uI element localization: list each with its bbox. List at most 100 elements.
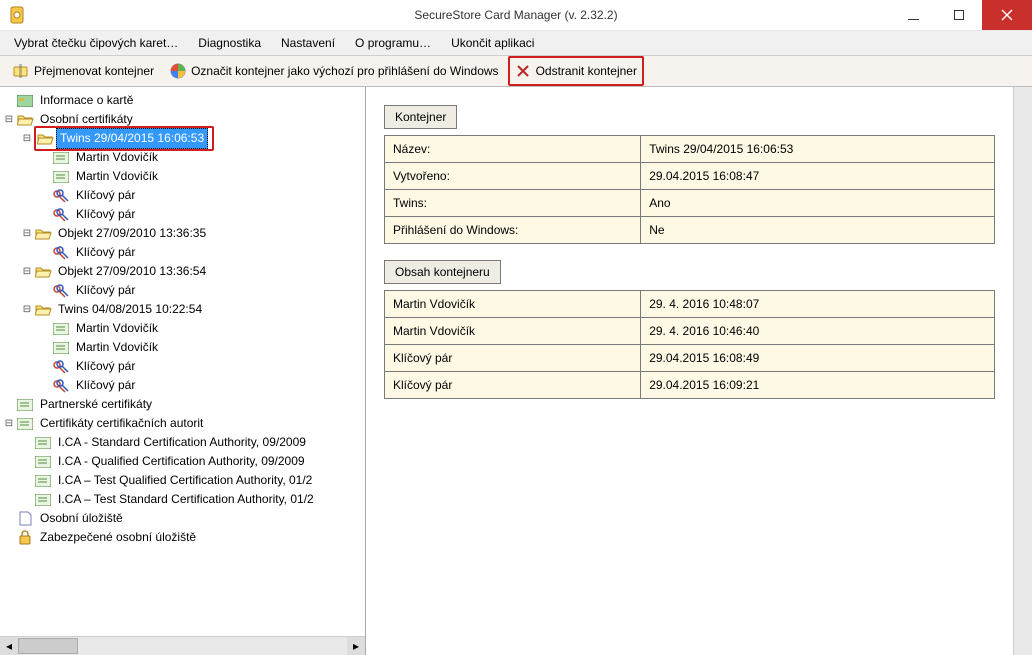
tree-item[interactable]: Martin Vdovičík	[2, 319, 363, 338]
tree-expander[interactable]: ⊟	[20, 265, 34, 279]
cert-icon	[52, 168, 70, 186]
prop-key: Klíčový pár	[385, 345, 641, 372]
scrollbar-track[interactable]	[18, 637, 347, 655]
container-contents-table: Martin Vdovičík29. 4. 2016 10:48:07Marti…	[384, 290, 995, 399]
tree-item[interactable]: Klíčový pár	[2, 281, 363, 300]
tree-expander	[2, 531, 16, 545]
tree-expander	[20, 493, 34, 507]
folder-open-icon	[34, 301, 52, 319]
tree-item[interactable]: ⊟ Certifikáty certifikačních autorit	[2, 414, 363, 433]
tree-item[interactable]: ⊟Twins 04/08/2015 10:22:54	[2, 300, 363, 319]
vertical-scrollbar[interactable]	[1013, 87, 1032, 655]
tree-item[interactable]: Martin Vdovičík	[2, 167, 363, 186]
menu-about[interactable]: O programu…	[345, 31, 441, 55]
prop-key: Vytvořeno:	[385, 163, 641, 190]
keys-icon	[52, 206, 70, 224]
tree-expander[interactable]: ⊟	[20, 132, 34, 146]
tree-item[interactable]: Klíčový pár	[2, 186, 363, 205]
cert-icon	[52, 339, 70, 357]
tree-label: Partnerské certifikáty	[36, 395, 156, 414]
tree-expander	[38, 208, 52, 222]
tree-expander	[38, 322, 52, 336]
scroll-left-arrow[interactable]: ◂	[0, 637, 18, 655]
tree-label: Certifikáty certifikačních autorit	[36, 414, 207, 433]
cert-icon	[34, 472, 52, 490]
tree-label: I.CA – Test Standard Certification Autho…	[54, 490, 318, 509]
prop-value: 29. 4. 2016 10:46:40	[641, 318, 995, 345]
cert-icon	[52, 320, 70, 338]
close-button[interactable]	[982, 0, 1032, 30]
tree-item[interactable]: Klíčový pár	[2, 376, 363, 395]
windows-login-icon	[170, 63, 186, 79]
tree-label: Martin Vdovičík	[72, 167, 162, 186]
tree-label: Objekt 27/09/2010 13:36:54	[54, 262, 210, 281]
title-bar: SecureStore Card Manager (v. 2.32.2)	[0, 0, 1032, 31]
tree-item[interactable]: ⊟Objekt 27/09/2010 13:36:35	[2, 224, 363, 243]
horizontal-scrollbar[interactable]: ◂ ▸	[0, 636, 365, 655]
prop-key: Název:	[385, 136, 641, 163]
tree-view[interactable]: Informace o kartě⊟Osobní certifikáty⊟Twi…	[0, 87, 365, 636]
minimize-button[interactable]	[890, 0, 936, 30]
table-row: Přihlášení do Windows:Ne	[385, 217, 995, 244]
tree-expander	[20, 474, 34, 488]
tree-label: I.CA – Test Qualified Certification Auth…	[54, 471, 316, 490]
menu-settings[interactable]: Nastavení	[271, 31, 345, 55]
prop-value: Twins 29/04/2015 16:06:53	[641, 136, 995, 163]
toolbar: Přejmenovat kontejner Označit kontejner …	[0, 56, 1032, 87]
keys-icon	[52, 377, 70, 395]
rename-container-button[interactable]: Přejmenovat kontejner	[6, 58, 161, 84]
tree-label: Klíčový pár	[72, 376, 139, 395]
window-title: SecureStore Card Manager (v. 2.32.2)	[0, 0, 1032, 30]
table-row: Název:Twins 29/04/2015 16:06:53	[385, 136, 995, 163]
tree-item[interactable]: I.CA – Test Qualified Certification Auth…	[2, 471, 363, 490]
table-row: Klíčový pár29.04.2015 16:09:21	[385, 372, 995, 399]
prop-value: 29. 4. 2016 10:48:07	[641, 291, 995, 318]
tree-item[interactable]: Partnerské certifikáty	[2, 395, 363, 414]
tree-expander	[20, 436, 34, 450]
tree-item[interactable]: Klíčový pár	[2, 243, 363, 262]
prop-value: Ano	[641, 190, 995, 217]
tree-panel: Informace o kartě⊟Osobní certifikáty⊟Twi…	[0, 87, 366, 655]
main-split: Informace o kartě⊟Osobní certifikáty⊟Twi…	[0, 87, 1032, 655]
tree-label: Klíčový pár	[72, 357, 139, 376]
detail-panel: Kontejner Název:Twins 29/04/2015 16:06:5…	[366, 87, 1032, 655]
tree-item[interactable]: ⊟Twins 29/04/2015 16:06:53	[2, 129, 363, 148]
table-row: Martin Vdovičík29. 4. 2016 10:46:40	[385, 318, 995, 345]
cert-icon	[16, 396, 34, 414]
tree-item[interactable]: Klíčový pár	[2, 205, 363, 224]
table-row: Klíčový pár29.04.2015 16:08:49	[385, 345, 995, 372]
tree-label: Klíčový pár	[72, 205, 139, 224]
folder-open-icon	[36, 130, 54, 148]
table-row: Vytvořeno:29.04.2015 16:08:47	[385, 163, 995, 190]
tree-expander	[20, 455, 34, 469]
tree-item[interactable]: I.CA - Qualified Certification Authority…	[2, 452, 363, 471]
maximize-button[interactable]	[936, 0, 982, 30]
tree-item[interactable]: I.CA – Test Standard Certification Autho…	[2, 490, 363, 509]
cert-icon	[34, 491, 52, 509]
menu-exit[interactable]: Ukončit aplikaci	[441, 31, 544, 55]
tree-item[interactable]: ⊟ Objekt 27/09/2010 13:36:54	[2, 262, 363, 281]
tree-expander[interactable]: ⊟	[2, 417, 16, 431]
tree-label: Klíčový pár	[72, 281, 139, 300]
tree-item[interactable]: Osobní úložiště	[2, 509, 363, 528]
tree-expander[interactable]: ⊟	[20, 303, 34, 317]
tree-expander[interactable]: ⊟	[2, 113, 16, 127]
tree-item[interactable]: Klíčový pár	[2, 357, 363, 376]
tree-item[interactable]: Informace o kartě	[2, 91, 363, 110]
mark-default-login-button[interactable]: Označit kontejner jako výchozí pro přihl…	[163, 58, 505, 84]
tree-expander	[2, 512, 16, 526]
menu-diagnostics[interactable]: Diagnostika	[188, 31, 271, 55]
delete-icon	[515, 63, 531, 79]
menu-reader[interactable]: Vybrat čtečku čipových karet…	[4, 31, 188, 55]
table-row: Twins:Ano	[385, 190, 995, 217]
tree-label: Zabezpečené osobní úložiště	[36, 528, 200, 547]
tree-expander	[38, 379, 52, 393]
tree-item[interactable]: Zabezpečené osobní úložiště	[2, 528, 363, 547]
folder-rename-icon	[13, 63, 29, 79]
tree-item[interactable]: Martin Vdovičík	[2, 338, 363, 357]
tree-expander	[2, 398, 16, 412]
scroll-right-arrow[interactable]: ▸	[347, 637, 365, 655]
tree-item[interactable]: I.CA - Standard Certification Authority,…	[2, 433, 363, 452]
delete-container-button[interactable]: Odstranit kontejner	[508, 56, 644, 86]
tree-expander[interactable]: ⊟	[20, 227, 34, 241]
